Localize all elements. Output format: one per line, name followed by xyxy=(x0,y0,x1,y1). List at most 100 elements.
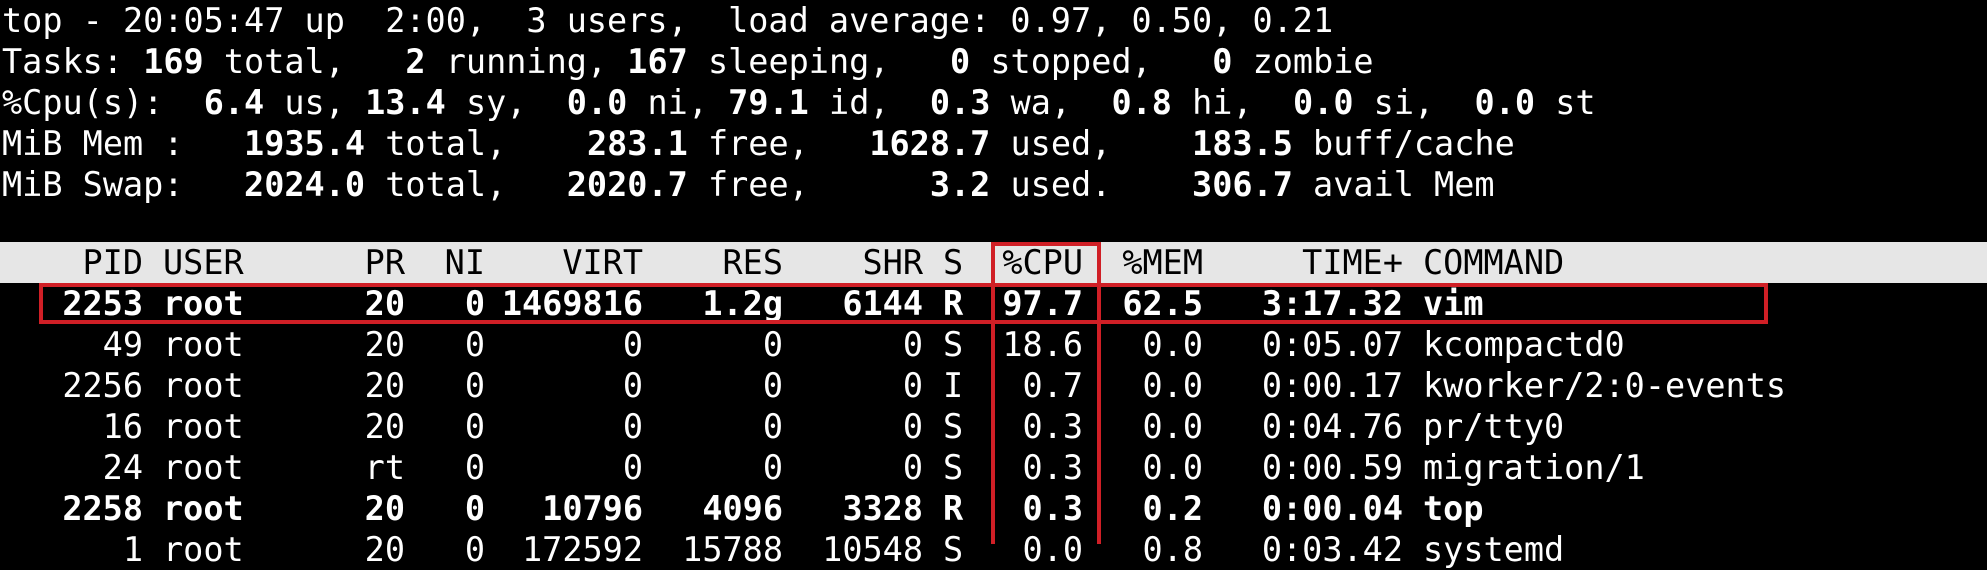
cell-virt: 0 xyxy=(622,325,643,364)
col-virt[interactable]: VIRT xyxy=(495,242,643,283)
cell-virt: 0 xyxy=(622,448,643,487)
tasks-line: Tasks: 169 total, 2 running, 167 sleepin… xyxy=(2,41,1374,82)
swap-avail: 306.7 xyxy=(1192,165,1293,204)
cell-shr: 6144 xyxy=(842,284,923,323)
mem-line: MiB Mem : 1935.4 total, 283.1 free, 1628… xyxy=(2,123,1515,164)
cell-pr: 20 xyxy=(364,407,405,446)
cell-res: 0 xyxy=(762,366,783,405)
mem-total: 1935.4 xyxy=(244,124,366,163)
cell-pid: 2253 xyxy=(62,284,143,323)
cell-command: top xyxy=(1423,489,1484,528)
cell-shr: 0 xyxy=(902,407,923,446)
cell-cpu: 18.6 xyxy=(1002,325,1083,364)
mem-cache: 183.5 xyxy=(1192,124,1293,163)
mem-used-label: used, xyxy=(1010,124,1112,163)
cell-shr: 0 xyxy=(902,448,923,487)
cpu-sy-label: sy, xyxy=(465,83,527,122)
cell-s: R xyxy=(943,489,964,528)
table-row[interactable]: 2258 root 20 0 10796 4096 3328 R 0.3 0.2 0:00.04 to… xyxy=(0,488,1987,529)
table-row[interactable]: 2253 root 20 0 1469816 1.2g 6144 R 97.7 62.5 3:17.… xyxy=(0,283,1987,324)
swap-used: 3.2 xyxy=(929,165,991,204)
cell-ni: 0 xyxy=(464,489,485,528)
cpu-us: 6.4 xyxy=(203,83,265,122)
tasks-zombie-label: zombie xyxy=(1252,42,1374,81)
cell-pr: 20 xyxy=(364,325,405,364)
cell-ni: 0 xyxy=(464,366,485,405)
table-row[interactable]: 16 root 20 0 0 0 0 S 0.3 0.0 0:04.76 pr/tty0 xyxy=(0,406,1987,447)
cell-pid: 16 xyxy=(102,407,143,446)
process-table-header[interactable]: PID USER PR NI VIRT RES SHR S %CPU %MEM … xyxy=(0,242,1987,283)
cell-s: S xyxy=(943,448,964,487)
cell-shr: 10548 xyxy=(822,530,923,569)
cell-command: kcompactd0 xyxy=(1423,325,1625,364)
tasks-sleeping: 167 xyxy=(627,42,688,81)
cell-virt: 10796 xyxy=(542,489,643,528)
cell-user: root xyxy=(163,448,244,487)
uptime-line: top - 20:05:47 up 2:00, 3 users, load av… xyxy=(2,1,1334,40)
cell-s: I xyxy=(943,366,964,405)
cell-mem: 0.0 xyxy=(1142,448,1203,487)
cell-shr: 0 xyxy=(902,325,923,364)
swap-free-label: free, xyxy=(707,165,809,204)
cell-cpu: 0.0 xyxy=(1022,530,1083,569)
col-time[interactable]: TIME+ xyxy=(1230,242,1403,283)
col-pr[interactable]: PR xyxy=(355,242,405,283)
cell-cpu: 0.3 xyxy=(1022,489,1083,528)
cell-cpu: 0.3 xyxy=(1022,448,1083,487)
cell-time: 0:05.07 xyxy=(1261,325,1403,364)
table-row[interactable]: 2256 root 20 0 0 0 0 I 0.7 0.0 0:00.17 kworker/2:0-… xyxy=(0,365,1987,406)
cpu-hi-label: hi, xyxy=(1192,83,1253,122)
cell-res: 0 xyxy=(762,407,783,446)
cell-pr: 20 xyxy=(364,489,405,528)
cell-time: 0:00.17 xyxy=(1261,366,1403,405)
col-user[interactable]: USER xyxy=(163,242,303,283)
cell-user: root xyxy=(163,407,244,446)
cell-user: root xyxy=(163,366,244,405)
tasks-running: 2 xyxy=(405,42,426,81)
cell-pid: 1 xyxy=(122,530,143,569)
cell-mem: 0.0 xyxy=(1142,407,1203,446)
swap-used-label: used. xyxy=(1010,165,1112,204)
col-mem[interactable]: %MEM xyxy=(1110,242,1203,283)
mem-free-label: free, xyxy=(707,124,809,163)
cell-cpu: 0.7 xyxy=(1022,366,1083,405)
col-pid[interactable]: PID xyxy=(60,242,143,283)
table-row[interactable]: 24 root rt 0 0 0 0 S 0.3 0.0 0:00.59 migration/1 xyxy=(0,447,1987,488)
col-res[interactable]: RES xyxy=(660,242,783,283)
tasks-running-label: running, xyxy=(445,42,608,81)
cell-time: 0:00.59 xyxy=(1261,448,1403,487)
cell-shr: 0 xyxy=(902,366,923,405)
cell-pr: 20 xyxy=(364,366,405,405)
cell-s: S xyxy=(943,325,964,364)
mem-used: 1628.7 xyxy=(869,124,991,163)
cell-user: root xyxy=(163,284,244,323)
cell-s: S xyxy=(943,407,964,446)
cell-user: root xyxy=(163,325,244,364)
cell-mem: 0.0 xyxy=(1142,325,1203,364)
cell-virt: 172592 xyxy=(521,530,643,569)
col-ni[interactable]: NI xyxy=(430,242,485,283)
tasks-sleeping-label: sleeping, xyxy=(707,42,890,81)
table-row[interactable]: 49 root 20 0 0 0 0 S 18.6 0.0 0:05.07 kcompactd0 xyxy=(0,324,1987,365)
cell-shr: 3328 xyxy=(842,489,923,528)
cell-pid: 49 xyxy=(102,325,143,364)
swap-free: 2020.7 xyxy=(566,165,688,204)
col-shr[interactable]: SHR xyxy=(800,242,923,283)
cell-cpu: 0.3 xyxy=(1022,407,1083,446)
cpu-wa: 0.3 xyxy=(929,83,991,122)
col-cpu[interactable]: %CPU xyxy=(990,242,1083,283)
col-command[interactable]: COMMAND xyxy=(1423,242,1723,283)
cell-res: 15788 xyxy=(682,530,783,569)
cell-pid: 2256 xyxy=(62,366,143,405)
table-row[interactable]: 1 root 20 0 172592 15788 10548 S 0.0 0.8 0:03.42 sy… xyxy=(0,529,1987,570)
cell-time: 0:04.76 xyxy=(1261,407,1403,446)
cell-res: 0 xyxy=(762,325,783,364)
mem-label: MiB Mem : xyxy=(2,124,184,163)
cpu-sy: 13.4 xyxy=(365,83,446,122)
cell-ni: 0 xyxy=(464,284,485,323)
cpu-si: 0.0 xyxy=(1292,83,1354,122)
cell-user: root xyxy=(163,530,244,569)
col-s[interactable]: S xyxy=(943,242,973,283)
cell-command: vim xyxy=(1423,284,1484,323)
cell-mem: 0.0 xyxy=(1142,366,1203,405)
